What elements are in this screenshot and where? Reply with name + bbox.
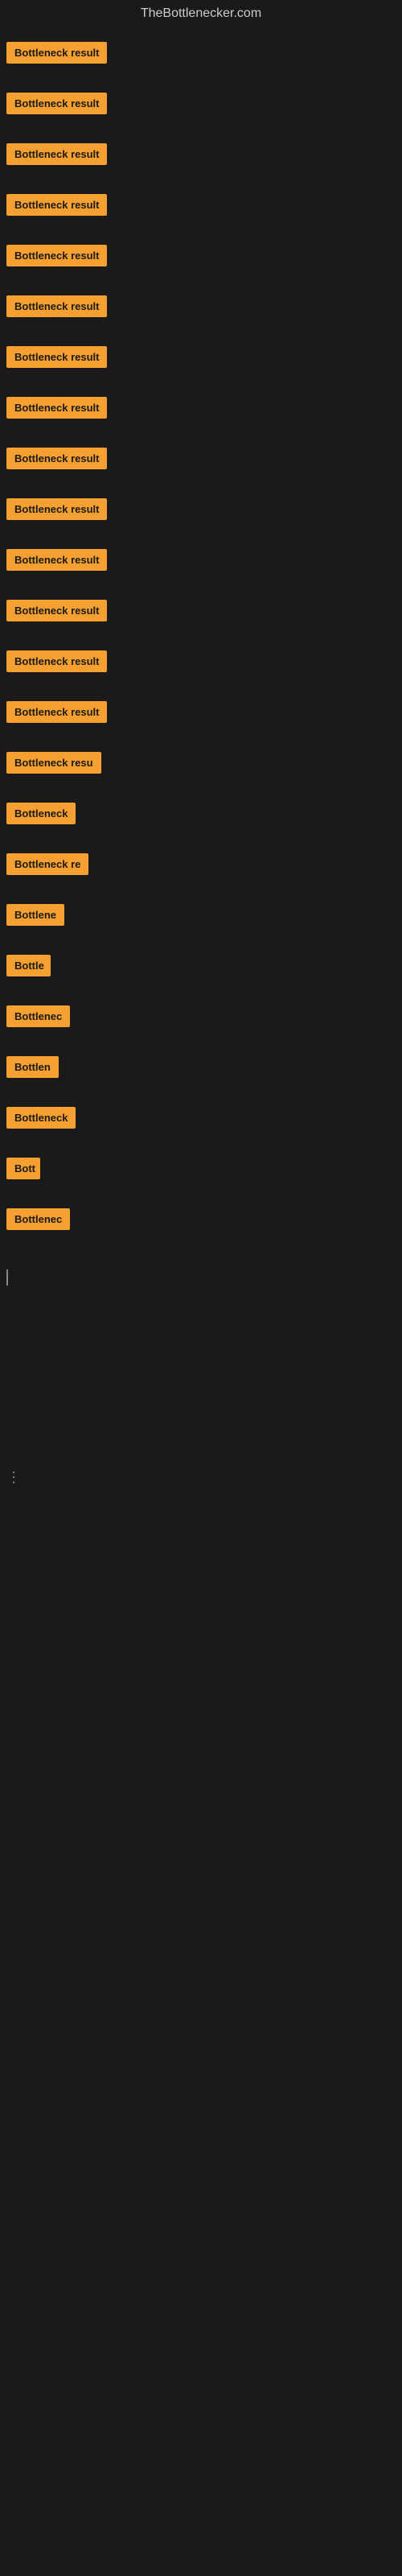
bottleneck-badge-17[interactable]: Bottleneck re [6, 853, 88, 875]
bottleneck-badge-14[interactable]: Bottleneck result [6, 701, 107, 723]
cursor-indicator [6, 1269, 8, 1286]
bottleneck-badge-12[interactable]: Bottleneck result [6, 600, 107, 621]
row-24: Bottlenec [0, 1202, 402, 1241]
row-1: Bottleneck result [0, 35, 402, 74]
page-wrapper: TheBottlenecker.com Bottleneck result Bo… [0, 0, 402, 2576]
row-12: Bottleneck result [0, 593, 402, 632]
bottleneck-badge-7[interactable]: Bottleneck result [6, 346, 107, 368]
row-3: Bottleneck result [0, 137, 402, 175]
bottleneck-badge-3[interactable]: Bottleneck result [6, 143, 107, 165]
bottleneck-badge-24[interactable]: Bottlenec [6, 1208, 70, 1230]
bottleneck-badge-23[interactable]: Bott [6, 1158, 40, 1179]
bottleneck-badge-13[interactable]: Bottleneck result [6, 650, 107, 672]
bottleneck-badge-2[interactable]: Bottleneck result [6, 93, 107, 114]
bottleneck-badge-15[interactable]: Bottleneck resu [6, 752, 101, 774]
bottleneck-badge-18[interactable]: Bottlene [6, 904, 64, 926]
row-6: Bottleneck result [0, 289, 402, 328]
bottleneck-badge-5[interactable]: Bottleneck result [6, 245, 107, 266]
row-9: Bottleneck result [0, 441, 402, 480]
row-23: Bott [0, 1151, 402, 1190]
row-13: Bottleneck result [0, 644, 402, 683]
row-17: Bottleneck re [0, 847, 402, 886]
bottleneck-badge-20[interactable]: Bottlenec [6, 1005, 70, 1027]
bottleneck-badge-10[interactable]: Bottleneck result [6, 498, 107, 520]
ellipsis-row: ⋮ [0, 1464, 402, 1491]
row-5: Bottleneck result [0, 238, 402, 277]
row-4: Bottleneck result [0, 188, 402, 226]
bottleneck-badge-22[interactable]: Bottleneck [6, 1107, 76, 1129]
bottleneck-badge-16[interactable]: Bottleneck [6, 803, 76, 824]
site-title-text: TheBottlenecker.com [141, 6, 261, 20]
bottleneck-badge-8[interactable]: Bottleneck result [6, 397, 107, 419]
row-7: Bottleneck result [0, 340, 402, 378]
row-20: Bottlenec [0, 999, 402, 1038]
row-19: Bottle [0, 948, 402, 987]
bottleneck-badge-19[interactable]: Bottle [6, 955, 51, 976]
bottleneck-badge-9[interactable]: Bottleneck result [6, 448, 107, 469]
row-18: Bottlene [0, 898, 402, 936]
row-10: Bottleneck result [0, 492, 402, 530]
bottleneck-badge-21[interactable]: Bottlen [6, 1056, 59, 1078]
row-15: Bottleneck resu [0, 745, 402, 784]
row-14: Bottleneck result [0, 695, 402, 733]
bottleneck-badge-1[interactable]: Bottleneck result [6, 42, 107, 64]
row-16: Bottleneck [0, 796, 402, 835]
ellipsis-icon: ⋮ [3, 1466, 24, 1489]
bottleneck-badge-6[interactable]: Bottleneck result [6, 295, 107, 317]
bottleneck-badge-11[interactable]: Bottleneck result [6, 549, 107, 571]
row-22: Bottleneck [0, 1100, 402, 1139]
cursor-area [0, 1265, 402, 1290]
empty-space-1 [0, 1297, 402, 1458]
row-8: Bottleneck result [0, 390, 402, 429]
row-2: Bottleneck result [0, 86, 402, 125]
site-title: TheBottlenecker.com [0, 0, 402, 27]
row-21: Bottlen [0, 1050, 402, 1088]
empty-space-2 [0, 1497, 402, 1980]
row-11: Bottleneck result [0, 543, 402, 581]
bottleneck-badge-4[interactable]: Bottleneck result [6, 194, 107, 216]
